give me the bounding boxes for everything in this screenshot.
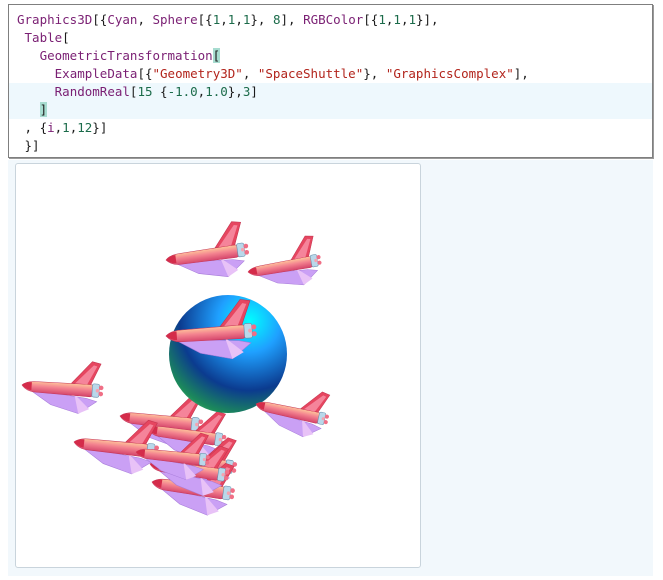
- code-token: ,: [137, 12, 153, 27]
- code-token: i: [47, 120, 55, 135]
- code-token: Table: [24, 30, 63, 45]
- code-token: },: [227, 84, 243, 99]
- space-shuttle-1: [161, 219, 253, 286]
- code-token: ,: [220, 12, 228, 27]
- code-token: ]: [39, 102, 48, 117]
- code-token: 15: [137, 84, 153, 99]
- code-token: ,: [235, 12, 243, 27]
- input-code-cell[interactable]: Graphics3D[{Cyan, Sphere[{1,1,1}, 8], RG…: [8, 4, 653, 158]
- code-token: [: [62, 30, 70, 45]
- code-token: RGBColor: [303, 12, 364, 27]
- space-shuttle-3: [19, 356, 106, 416]
- code-token: ],: [513, 66, 529, 81]
- code-token: 1: [393, 12, 401, 27]
- code-line[interactable]: Graphics3D[{Cyan, Sphere[{1,1,1}, 8], RG…: [9, 11, 652, 29]
- code-line[interactable]: Table[: [9, 29, 652, 47]
- code-line[interactable]: GeometricTransformation[: [9, 47, 652, 65]
- code-line[interactable]: ExampleData[{"Geometry3D", "SpaceShuttle…: [9, 65, 652, 83]
- code-token: ExampleData: [54, 66, 138, 81]
- code-token: "GraphicsComplex": [385, 66, 514, 81]
- code-token: Sphere: [152, 12, 198, 27]
- code-token: [{: [92, 12, 108, 27]
- code-token: ],: [280, 12, 304, 27]
- code-token: 1: [378, 12, 386, 27]
- code-token: ]: [250, 84, 258, 99]
- code-token: }]: [17, 138, 40, 153]
- code-token: 1: [62, 120, 70, 135]
- code-line[interactable]: ]: [9, 101, 652, 119]
- code-line[interactable]: }]: [9, 137, 652, 155]
- code-line[interactable]: RandomReal[15 {-1.0,1.0},3]: [9, 83, 652, 101]
- code-token: "SpaceShuttle": [257, 66, 364, 81]
- code-token: RandomReal: [54, 84, 130, 99]
- space-shuttle-2: [243, 233, 326, 295]
- code-token: -1.0: [167, 84, 198, 99]
- graphics3d-output[interactable]: [15, 163, 421, 568]
- code-token: Graphics3D: [17, 12, 93, 27]
- code-token: },: [250, 12, 273, 27]
- code-token: Cyan: [107, 12, 138, 27]
- code-token: GeometricTransformation: [39, 48, 213, 63]
- code-token: [: [212, 48, 221, 63]
- code-line[interactable]: , {i,1,12}]: [9, 119, 652, 137]
- code-token: ,: [242, 66, 258, 81]
- code-token: [{: [197, 12, 213, 27]
- graphics3d-canvas[interactable]: [16, 164, 420, 567]
- code-token: [{: [137, 66, 153, 81]
- code-token: }]: [92, 120, 108, 135]
- code-token: 1: [408, 12, 416, 27]
- code-token: , {: [17, 120, 48, 135]
- code-token: 1.0: [205, 84, 228, 99]
- code-token: "Geometry3D": [152, 66, 243, 81]
- code-token: {: [152, 84, 168, 99]
- code-token: },: [363, 66, 386, 81]
- code-token: [{: [363, 12, 379, 27]
- code-token: }],: [416, 12, 439, 27]
- code-token: 12: [77, 120, 93, 135]
- space-shuttle-6: [70, 412, 163, 477]
